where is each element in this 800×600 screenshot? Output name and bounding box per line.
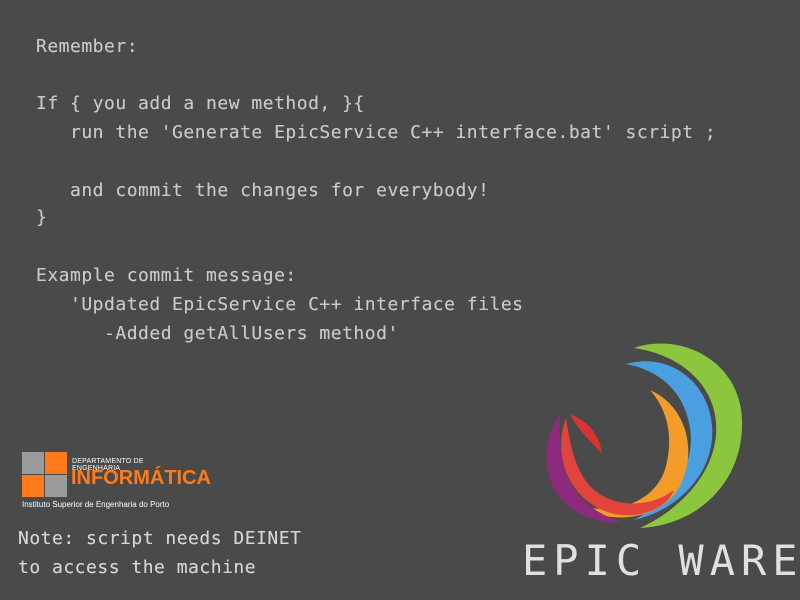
message-line-1: Remember:: [36, 36, 139, 57]
dei-informatica-label: INFORMÁTICA: [71, 467, 211, 489]
dei-logo: DEPARTAMENTO DE ENGENHARIA INFORMÁTICA I…: [22, 452, 211, 509]
logo-square-orange: [22, 475, 44, 497]
message-line-10: 'Updated EpicService C++ interface files: [36, 294, 524, 315]
message-line-6: and commit the changes for everybody!: [36, 180, 490, 201]
message-line-11: -Added getAllUsers method': [36, 323, 399, 344]
epic-ware-swirl-logo: [546, 343, 743, 528]
message-line-3: If { you add a new method, }{: [36, 93, 365, 114]
epic-ware-wordmark: EPIC WARE: [522, 536, 800, 585]
message-line-9: Example commit message:: [36, 265, 297, 286]
dei-institute-label: Instituto Superior de Engenharia do Port…: [22, 500, 170, 509]
logo-square-gray: [22, 452, 44, 474]
logo-square-orange: [45, 452, 67, 474]
note-line-1: Note: script needs DEINET: [18, 528, 302, 549]
message-line-7: }: [36, 207, 48, 228]
note-line-2: to access the machine: [18, 557, 257, 578]
logo-square-gray: [45, 475, 67, 497]
message-line-4: run the 'Generate EpicService C++ interf…: [36, 122, 717, 143]
